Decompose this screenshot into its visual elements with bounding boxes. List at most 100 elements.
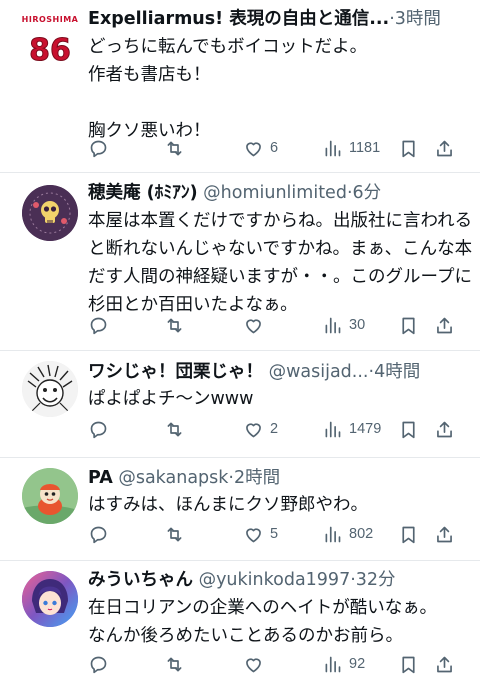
retweet-button[interactable] <box>164 650 185 678</box>
retweet-icon <box>167 318 182 332</box>
avatar[interactable] <box>22 185 78 241</box>
tweet-header: Expelliarmus! 表現の自由と通信...·3時間 <box>88 6 470 32</box>
reply-icon <box>90 140 107 157</box>
display-name[interactable]: 穂美庵 (ﾎﾐｱﾝ) <box>88 183 198 203</box>
action-bar: 2 1479 <box>0 415 480 443</box>
tweet[interactable]: みういちゃん @yukinkoda1997·32分 在日コリアンの企業へのヘイト… <box>0 561 480 684</box>
views-button[interactable]: 30 <box>322 311 365 339</box>
tweet-text: 在日コリアンの企業へのヘイトが酷いなぁ。 なんか後ろめたいことあるのかお前ら。 <box>88 598 437 646</box>
reply-button[interactable] <box>88 311 109 339</box>
views-button[interactable]: 802 <box>322 520 373 548</box>
retweet-button[interactable] <box>164 520 185 548</box>
handle[interactable]: @wasijad... <box>269 362 369 382</box>
tweet[interactable]: 穂美庵 (ﾎﾐｱﾝ) @homiunlimited·6分 本屋は本置くだけですか… <box>0 173 480 350</box>
like-button[interactable]: 5 <box>243 520 278 548</box>
view-count: 1181 <box>349 140 381 156</box>
views-icon <box>325 140 341 156</box>
views-button[interactable]: 1479 <box>322 415 381 443</box>
like-count: 6 <box>270 140 279 156</box>
display-name[interactable]: PA <box>88 468 113 488</box>
action-bar: 30 <box>0 311 480 339</box>
reply-button[interactable] <box>88 520 109 548</box>
share-icon <box>437 317 452 333</box>
view-count: 802 <box>349 526 374 542</box>
handle[interactable]: @yukinkoda1997 <box>199 570 351 590</box>
views-icon <box>325 421 341 437</box>
retweet-icon <box>167 657 182 671</box>
reply-button[interactable] <box>88 415 109 443</box>
timestamp[interactable]: 2時間 <box>234 468 280 488</box>
like-count: 5 <box>270 526 279 542</box>
avatar[interactable] <box>22 571 78 627</box>
svg-text:86: 86 <box>29 33 71 68</box>
retweet-button[interactable] <box>164 415 185 443</box>
like-icon <box>246 657 261 672</box>
timestamp[interactable]: 3時間 <box>395 9 441 29</box>
bookmark-icon <box>402 421 415 438</box>
action-bar: 6 1181 <box>0 134 480 162</box>
bookmark-button[interactable] <box>398 415 419 443</box>
tweet-text: どっちに転んでもボイコットだよ。 作者も書店も！ 胸クソ悪いわ！ <box>88 37 368 141</box>
display-name[interactable]: Expelliarmus! 表現の自由と通信... <box>88 9 389 29</box>
views-icon <box>325 656 341 672</box>
like-button[interactable]: 2 <box>243 415 278 443</box>
tweet[interactable]: PA @sakanapsk·2時間 はすみは、ほんまにクソ野郎やわ。 5 802 <box>0 458 480 560</box>
share-icon <box>437 656 452 672</box>
bookmark-icon <box>402 656 415 673</box>
tweet-text: はすみは、ほんまにクソ野郎やわ。 <box>88 495 368 515</box>
timestamp[interactable]: 6分 <box>353 183 382 203</box>
like-icon <box>246 318 261 333</box>
tweet-header: PA @sakanapsk·2時間 <box>88 465 470 491</box>
views-button[interactable]: 92 <box>322 650 365 678</box>
action-bar: 92 <box>0 650 480 678</box>
timestamp[interactable]: 32分 <box>356 570 396 590</box>
timestamp[interactable]: 4時間 <box>374 362 420 382</box>
avatar[interactable] <box>22 361 78 417</box>
tweet-text: 本屋は本置くだけですからね。出版社に言われると断れないんじゃないですかね。まぁ、… <box>88 211 473 315</box>
like-icon <box>246 527 261 542</box>
reply-button[interactable] <box>88 650 109 678</box>
action-bar: 5 802 <box>0 520 480 548</box>
share-icon <box>437 526 452 542</box>
views-icon <box>325 526 341 542</box>
handle[interactable]: @sakanapsk <box>118 468 228 488</box>
reply-button[interactable] <box>88 134 109 162</box>
bookmark-button[interactable] <box>398 311 419 339</box>
avatar[interactable] <box>22 468 78 524</box>
view-count: 1479 <box>349 421 382 437</box>
share-button[interactable] <box>434 134 455 162</box>
bookmark-icon <box>402 317 415 334</box>
bookmark-icon <box>402 140 415 157</box>
tweet-header: 穂美庵 (ﾎﾐｱﾝ) @homiunlimited·6分 <box>88 180 470 206</box>
share-button[interactable] <box>434 520 455 548</box>
bookmark-button[interactable] <box>398 650 419 678</box>
bookmark-button[interactable] <box>398 134 419 162</box>
reply-icon <box>90 421 107 438</box>
display-name[interactable]: ワシじゃ！団栗じゃ！ <box>88 362 263 382</box>
views-button[interactable]: 1181 <box>322 134 380 162</box>
tweet[interactable]: ワシじゃ！団栗じゃ！ @wasijad...·4時間 ぱよぱよチ〜ンwww 2 … <box>0 351 480 457</box>
retweet-button[interactable] <box>164 311 185 339</box>
retweet-icon <box>167 141 182 155</box>
bookmark-button[interactable] <box>398 520 419 548</box>
share-icon <box>437 140 452 156</box>
share-button[interactable] <box>434 415 455 443</box>
avatar[interactable]: HIROSHIMA 86 <box>22 12 79 69</box>
share-button[interactable] <box>434 650 455 678</box>
like-button[interactable] <box>243 311 270 339</box>
like-button[interactable]: 6 <box>243 134 278 162</box>
tweet[interactable]: HIROSHIMA 86 Expelliarmus! 表現の自由と通信...·3… <box>0 0 480 172</box>
view-count: 30 <box>349 317 366 333</box>
retweet-icon <box>167 527 182 541</box>
bookmark-icon <box>402 526 415 543</box>
retweet-button[interactable] <box>164 134 185 162</box>
reply-icon <box>90 317 107 334</box>
retweet-icon <box>167 422 182 436</box>
display-name[interactable]: みういちゃん <box>88 570 193 590</box>
view-count: 92 <box>349 656 366 672</box>
share-button[interactable] <box>434 311 455 339</box>
reply-icon <box>90 526 107 543</box>
like-button[interactable] <box>243 650 270 678</box>
handle[interactable]: @homiunlimited <box>203 183 347 203</box>
like-icon <box>246 141 261 156</box>
